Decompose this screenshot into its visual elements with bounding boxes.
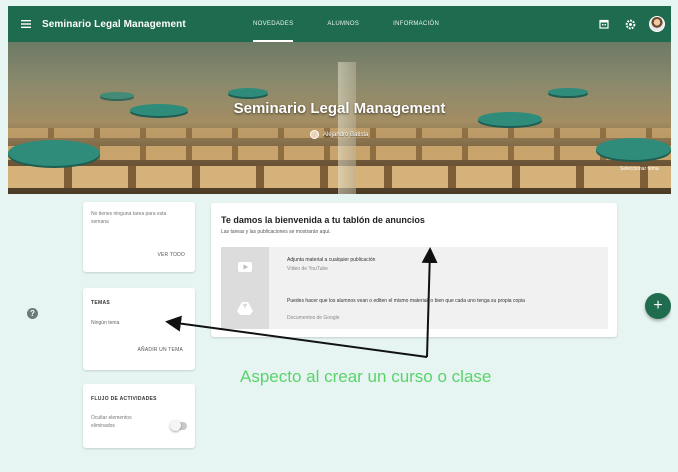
tab-novedades[interactable]: NOVEDADES	[253, 7, 294, 42]
calendar-icon[interactable]	[597, 17, 611, 31]
tab-bar: NOVEDADES ALUMNOS INFORMACIÓN	[253, 6, 473, 42]
topics-empty-text: Ningún tema	[91, 320, 120, 326]
stream-card: FLUJO DE ACTIVIDADES Ocultar elementos e…	[83, 384, 195, 448]
app-frame: Seminario Legal Management NOVEDADES ALU…	[8, 6, 671, 466]
topics-title: TEMAS	[91, 300, 110, 306]
tip-2-subtitle: Documentos de Google	[287, 315, 340, 321]
welcome-subtitle: Las tareas y las publicaciones se mostra…	[221, 229, 331, 235]
avatar[interactable]	[649, 16, 665, 32]
top-actions	[597, 6, 665, 42]
owner-avatar	[310, 130, 319, 139]
upcoming-text: No tienes ninguna tarea para esta semana	[91, 211, 167, 225]
add-topic-link[interactable]: AÑADIR UN TEMA	[138, 347, 184, 353]
help-icon[interactable]: ?	[27, 308, 38, 319]
tip-2-title: Puedes hacer que los alumnos vean o edit…	[287, 298, 525, 304]
drive-icon	[221, 287, 269, 329]
tips-box: Adjunta material a cualquier publicación…	[221, 247, 608, 329]
owner-name: Alejandro Batista	[323, 131, 369, 138]
tip-1-title: Adjunta material a cualquier publicación	[287, 257, 376, 263]
hide-deleted-toggle[interactable]	[170, 420, 187, 431]
view-all-link[interactable]: VER TODO	[157, 252, 185, 258]
top-app-bar: Seminario Legal Management NOVEDADES ALU…	[8, 6, 671, 42]
tab-informacion[interactable]: INFORMACIÓN	[393, 21, 439, 27]
annotation-caption: Aspecto al crear un curso o clase	[240, 367, 492, 386]
tip-1-subtitle: Vídeo de YouTube	[287, 266, 328, 272]
upcoming-card: No tienes ninguna tarea para esta semana…	[83, 202, 195, 272]
stream-title: FLUJO DE ACTIVIDADES	[91, 396, 157, 402]
app-title[interactable]: Seminario Legal Management	[42, 19, 186, 30]
tab-alumnos[interactable]: ALUMNOS	[327, 21, 359, 27]
class-banner: Seminario Legal Management Alejandro Bat…	[8, 42, 671, 194]
create-button[interactable]: +	[645, 293, 671, 319]
stream-option-text: Ocultar elementos eliminados	[91, 415, 132, 429]
welcome-title: Te damos la bienvenida a tu tablón de an…	[221, 215, 425, 225]
class-owner: Alejandro Batista	[310, 130, 368, 139]
class-title: Seminario Legal Management	[233, 100, 446, 117]
youtube-icon	[221, 247, 269, 287]
menu-icon[interactable]	[14, 6, 38, 42]
stream-welcome-card: Te damos la bienvenida a tu tablón de an…	[211, 203, 617, 337]
select-theme-link[interactable]: Seleccionar tema	[620, 166, 664, 173]
settings-icon[interactable]	[623, 17, 637, 31]
topics-card: TEMAS Ningún tema AÑADIR UN TEMA	[83, 288, 195, 370]
